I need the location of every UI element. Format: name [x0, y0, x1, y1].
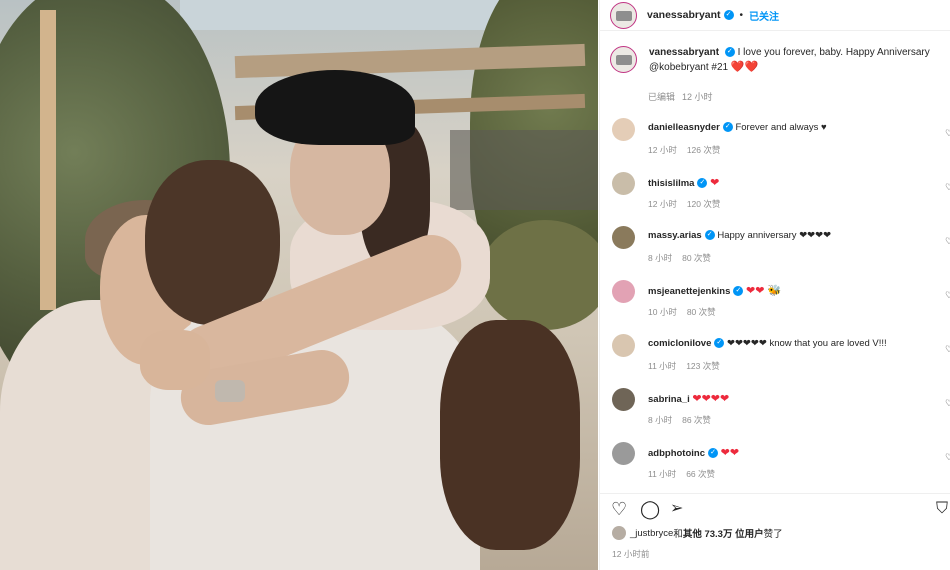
comment-username[interactable]: adbphotoinc: [648, 448, 705, 459]
verified-badge-icon: ✓: [708, 448, 718, 459]
photo-post: [40, 10, 56, 310]
share-icon[interactable]: ➢: [670, 500, 683, 518]
comment-like-heart-icon[interactable]: ♡: [945, 398, 950, 409]
comment-avatar[interactable]: [612, 442, 635, 465]
comment-time: 10 小时: [648, 307, 677, 317]
comment-username[interactable]: msjeanettejenkins: [648, 286, 730, 297]
comment-username[interactable]: sabrina_i: [648, 394, 690, 405]
comment-like-heart-icon[interactable]: ♡: [945, 290, 950, 301]
liker-avatar: [612, 526, 626, 540]
photo-watch: [215, 380, 245, 402]
bookmark-icon[interactable]: ⛉: [936, 500, 948, 518]
comment-time: 11 小时: [648, 361, 677, 371]
photo-hand: [140, 330, 210, 390]
comment-likes[interactable]: 86 次赞: [682, 415, 711, 425]
post-timestamp: 12 小时前: [612, 549, 650, 559]
comment-text: ❤❤❤❤❤ know that you are loved V!!!: [727, 338, 887, 349]
comment-like-heart-icon[interactable]: ♡: [945, 128, 950, 139]
comment-avatar[interactable]: [612, 172, 635, 195]
photo-man-arm: [440, 320, 580, 550]
comment-likes[interactable]: 126 次赞: [687, 145, 721, 155]
post-side-panel: vanessabryant ✓ • 已关注 vanessabryant ✓ I …: [599, 0, 950, 570]
likes-connector: 和: [673, 529, 683, 540]
comment-item: thisislilma ✓ ❤ 12 小时 120 次赞 ♡: [600, 172, 950, 226]
comment-time: 12 小时: [648, 199, 677, 209]
comment-text: ❤❤❤❤: [692, 393, 730, 405]
photo-man-head: [145, 160, 280, 325]
verified-badge-icon: ✓: [722, 122, 733, 133]
comment-username[interactable]: massy.arias: [648, 230, 702, 241]
comment-text: ❤: [710, 177, 720, 189]
caption-mention[interactable]: @kobebryant #21: [649, 62, 728, 73]
comment-time: 8 小时: [648, 415, 673, 425]
comment-item: adbphotoinc ✓ ❤❤ 11 小时 66 次赞 ♡: [600, 442, 950, 496]
comment-avatar[interactable]: [612, 334, 635, 357]
comment-like-heart-icon[interactable]: ♡: [945, 236, 950, 247]
comment-username[interactable]: comiclonilove: [648, 338, 711, 349]
comment-likes[interactable]: 123 次赞: [686, 361, 720, 371]
photo-woman-cap: [255, 70, 415, 145]
comment-username[interactable]: thisislilma: [648, 178, 694, 189]
comment-avatar[interactable]: [612, 118, 635, 141]
caption-username[interactable]: vanessabryant: [649, 47, 719, 58]
comment-like-heart-icon[interactable]: ♡: [945, 452, 950, 463]
caption-hearts: ❤️❤️: [730, 61, 759, 73]
heart-icon[interactable]: ♡: [611, 500, 627, 518]
follow-button[interactable]: 已关注: [749, 8, 779, 23]
caption-edited: 已编辑: [648, 92, 676, 102]
comment-avatar[interactable]: [612, 388, 635, 411]
comment-like-heart-icon[interactable]: ♡: [945, 344, 950, 355]
comment-like-heart-icon[interactable]: ♡: [945, 182, 950, 193]
comment-time: 12 小时: [648, 145, 677, 155]
comment-likes[interactable]: 66 次赞: [686, 469, 715, 479]
comment-text: ❤❤: [720, 447, 740, 459]
verified-badge-icon: ✓: [733, 286, 744, 297]
caption-text: I love you forever, baby. Happy Annivers…: [737, 47, 930, 58]
comment-item: comiclonilove ✓ ❤❤❤❤❤ know that you are l…: [600, 334, 950, 388]
comment-likes[interactable]: 80 次赞: [687, 307, 716, 317]
liker-username[interactable]: _justbryce: [630, 528, 673, 539]
caption-time: 12 小时: [682, 92, 713, 102]
verified-badge-icon: ✓: [704, 230, 715, 241]
likes-others[interactable]: 其他 73.3万 位用户: [683, 526, 764, 540]
comment-item: msjeanettejenkins ✓ ❤❤ 🐝 10 小时 80 次赞 ♡: [600, 280, 950, 334]
post-photo[interactable]: [0, 0, 598, 570]
post-header: vanessabryant ✓ • 已关注: [600, 0, 950, 31]
comment-likes[interactable]: 80 次赞: [682, 253, 711, 263]
photo-shrub: [480, 220, 598, 330]
comment-text: Happy anniversary ❤❤❤❤: [717, 230, 832, 241]
verified-badge-icon: ✓: [724, 47, 735, 58]
verified-badge-icon: ✓: [714, 338, 725, 349]
comment-avatar[interactable]: [612, 280, 635, 303]
comment-time: 8 小时: [648, 253, 673, 263]
comment-item: danielleasnyder ✓ Forever and always ♥ 12…: [600, 118, 950, 172]
likes-summary[interactable]: _justbryce 和 其他 73.3万 位用户 赞了: [612, 526, 783, 540]
comments-list: vanessabryant ✓ I love you forever, baby…: [600, 46, 950, 479]
comment-item: massy.arias ✓ Happy anniversary ❤❤❤❤ 8 小时…: [600, 226, 950, 280]
author-avatar[interactable]: [610, 1, 637, 29]
likes-suffix: 赞了: [763, 529, 783, 540]
comment-avatar[interactable]: [612, 226, 635, 249]
post-actions-bar: ♡ ◯ ➢ ⛉: [600, 493, 950, 521]
photo-shadow: [450, 130, 598, 210]
author-username[interactable]: vanessabryant: [647, 9, 721, 21]
comment-text: ❤❤ 🐝: [746, 285, 782, 297]
verified-badge-icon: ✓: [697, 178, 708, 189]
comment-time: 11 小时: [648, 469, 677, 479]
comment-item: sabrina_i ❤❤❤❤ 8 小时 86 次赞 ♡: [600, 388, 950, 442]
header-separator: •: [739, 9, 744, 21]
comment-username[interactable]: danielleasnyder: [648, 122, 720, 133]
verified-badge-icon: ✓: [723, 10, 734, 20]
comment-likes[interactable]: 120 次赞: [687, 199, 721, 209]
caption-avatar[interactable]: [610, 46, 637, 73]
comment-text: Forever and always ♥: [735, 122, 827, 133]
comment-icon[interactable]: ◯: [640, 500, 660, 518]
